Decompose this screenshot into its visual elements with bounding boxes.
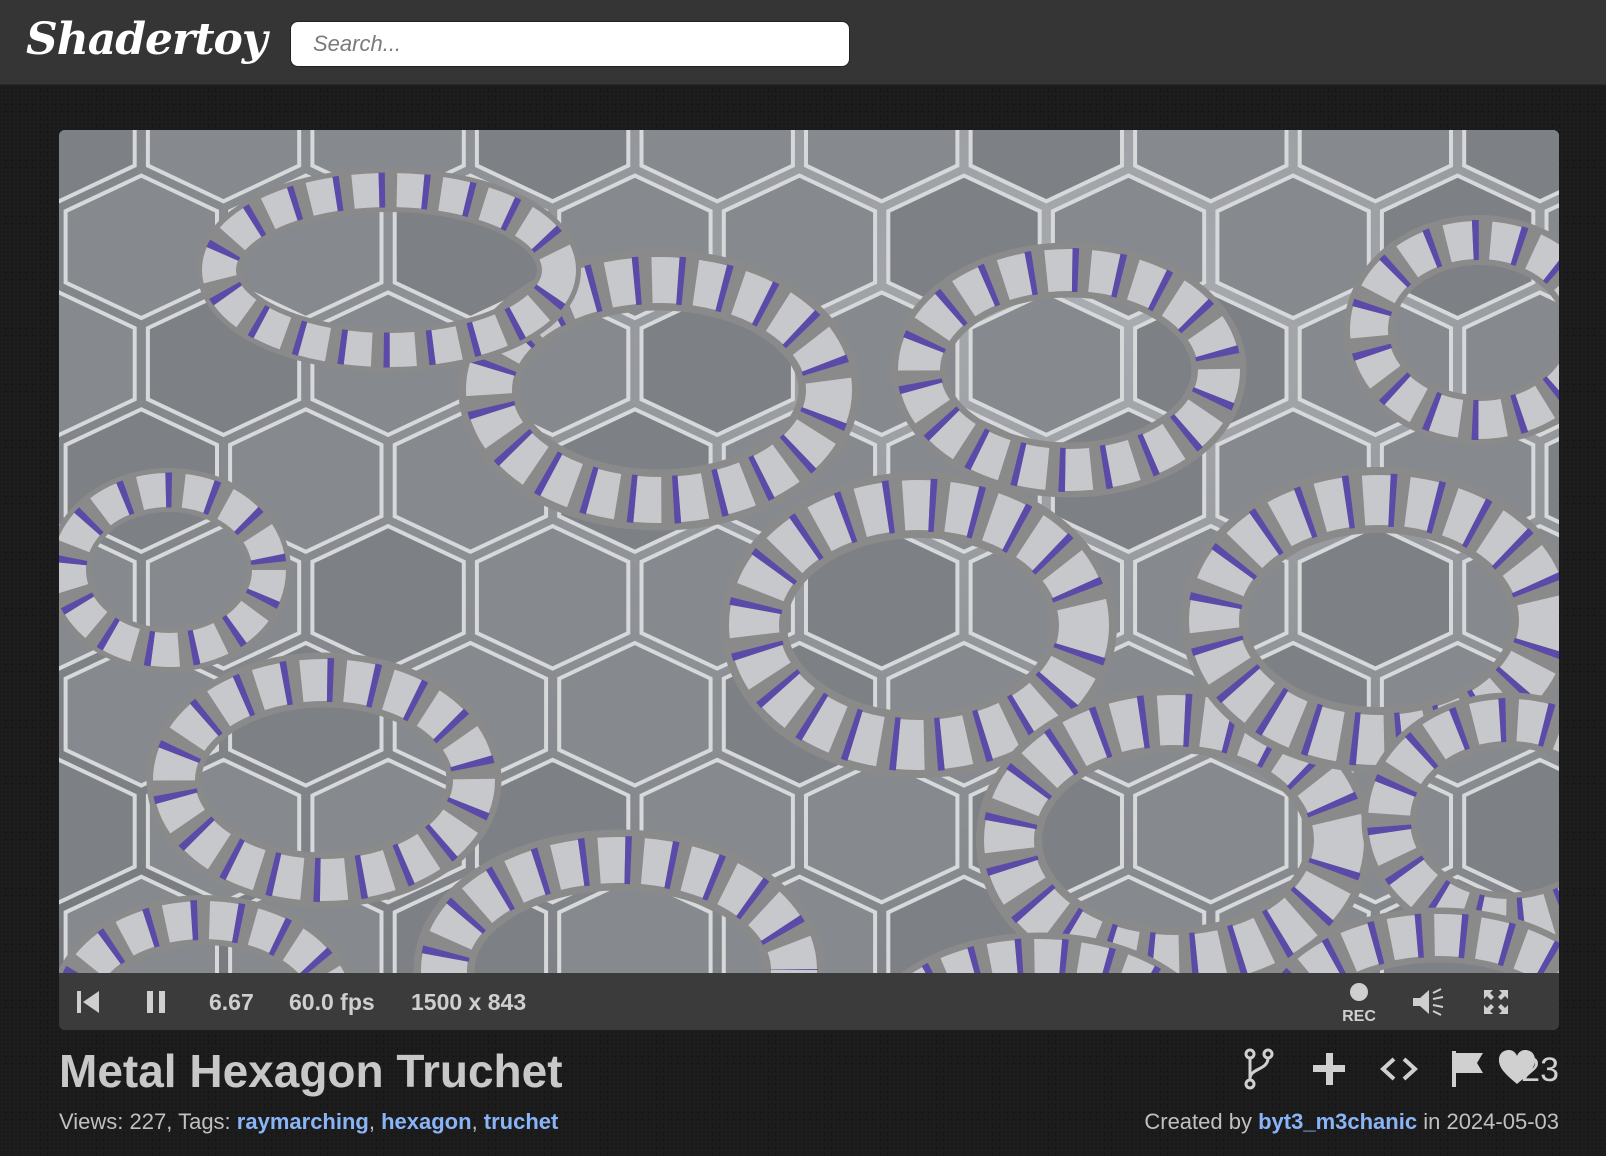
shadertoy-logo[interactable]: Shadertoy	[26, 14, 267, 66]
shader-stats: Views: 227, Tags: raymarching, hexagon, …	[59, 1109, 559, 1134]
torus-shape	[900, 932, 1178, 973]
player-controls: 6.67 60.0 fps 1500 x 843 REC	[59, 973, 1559, 1030]
tag-link[interactable]: raymarching	[237, 1109, 369, 1134]
likes-count: 23	[1521, 1051, 1559, 1089]
shader-title: Metal Hexagon Truchet	[59, 1045, 563, 1097]
shader-player: 6.67 60.0 fps 1500 x 843 REC	[59, 130, 1559, 1030]
created-date: 2024-05-03	[1446, 1109, 1559, 1134]
author-link[interactable]: byt3_m3chanic	[1258, 1109, 1417, 1134]
fork-icon[interactable]	[1239, 1046, 1279, 1092]
shader-actions: 23	[1179, 1046, 1559, 1092]
created-by-label: Created by	[1144, 1109, 1252, 1134]
views-label: Views:	[59, 1109, 124, 1134]
add-icon[interactable]	[1309, 1046, 1349, 1092]
skip-back-icon[interactable]	[73, 987, 103, 1017]
flag-icon[interactable]	[1447, 1046, 1487, 1092]
date-prefix: in	[1423, 1109, 1441, 1134]
shader-canvas[interactable]	[59, 130, 1559, 973]
tags-label: Tags:	[178, 1109, 231, 1134]
resolution-display: 1500 x 843	[411, 989, 527, 1015]
tag-link[interactable]: truchet	[484, 1109, 559, 1134]
top-header: Shadertoy	[0, 0, 1606, 85]
views-count: 227	[129, 1109, 167, 1134]
shader-render	[59, 130, 1559, 973]
record-button[interactable]: REC	[1339, 981, 1379, 1025]
author-info: Created by byt3_m3chanic in 2024-05-03	[1144, 1108, 1559, 1136]
search-input[interactable]	[290, 21, 850, 67]
fps-display: 60.0 fps	[289, 989, 375, 1015]
record-icon	[1350, 983, 1368, 1001]
code-icon[interactable]	[1379, 1046, 1419, 1092]
volume-icon[interactable]	[1411, 987, 1445, 1017]
pause-icon[interactable]	[141, 987, 171, 1017]
fullscreen-icon[interactable]	[1481, 987, 1511, 1017]
time-display: 6.67	[209, 989, 254, 1015]
tag-link[interactable]: hexagon	[381, 1109, 471, 1134]
rec-label: REC	[1342, 1008, 1376, 1025]
